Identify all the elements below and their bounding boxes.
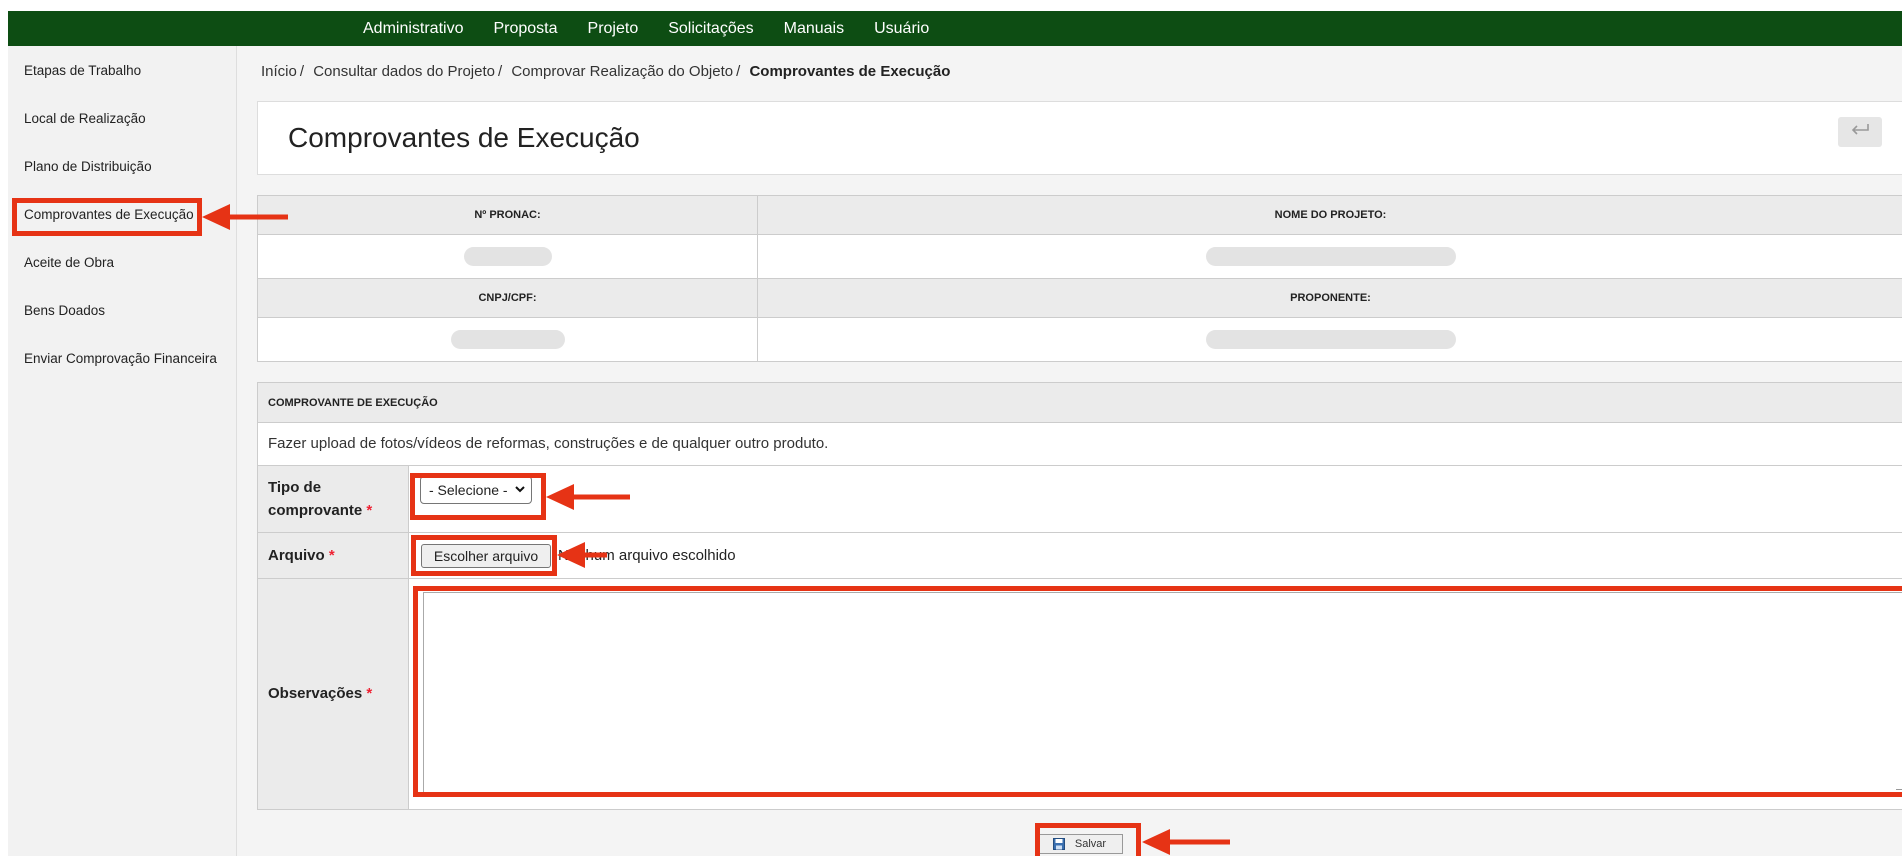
breadcrumb-comprovar-realizacao[interactable]: Comprovar Realização do Objeto xyxy=(511,63,733,80)
top-navbar: Administrativo Proposta Projeto Solicita… xyxy=(8,11,1902,46)
nav-solicitacoes[interactable]: Solicitações xyxy=(668,20,753,38)
resize-handle[interactable] xyxy=(1896,781,1902,790)
save-button[interactable]: Salvar xyxy=(1036,834,1123,854)
observacoes-label-text: Observações xyxy=(268,685,363,702)
sidebar-item-enviar-comprovacao-financeira[interactable]: Enviar Comprovação Financeira xyxy=(24,351,217,366)
observacoes-row: Observações * xyxy=(258,578,1902,809)
observacoes-label: Observações * xyxy=(268,682,372,705)
tipo-label-line2: comprovante xyxy=(268,502,363,519)
form-description: Fazer upload de fotos/vídeos de reformas… xyxy=(268,435,829,452)
nav-manuais[interactable]: Manuais xyxy=(784,20,844,38)
title-panel: Comprovantes de Execução xyxy=(257,101,1902,175)
return-arrow-icon xyxy=(1850,123,1870,142)
floppy-disk-icon xyxy=(1052,838,1065,850)
breadcrumb: Início / Consultar dados do Projeto / Comp… xyxy=(261,63,951,80)
proponente-value xyxy=(758,318,1902,361)
tipo-comprovante-label: Tipo de comprovante * xyxy=(268,476,372,522)
pronac-value xyxy=(258,235,758,279)
tipo-comprovante-select[interactable]: - Selecione - xyxy=(420,476,532,504)
cnpj-cpf-header: CNPJ/CPF: xyxy=(258,279,758,318)
pronac-header: Nº PRONAC: xyxy=(258,196,758,235)
redacted-value xyxy=(1205,330,1456,349)
tipo-label-line1: Tipo de xyxy=(268,479,322,496)
breadcrumb-inicio[interactable]: Início xyxy=(261,63,297,80)
main-content: Início / Consultar dados do Projeto / Comp… xyxy=(237,46,1902,856)
redacted-value xyxy=(450,330,565,349)
tipo-comprovante-row: Tipo de comprovante * - Selecione - xyxy=(258,465,1902,532)
save-label: Salvar xyxy=(1074,838,1107,850)
proponente-header: PROPONENTE: xyxy=(758,279,1902,318)
nav-projeto[interactable]: Projeto xyxy=(588,20,639,38)
select-value: - Selecione - xyxy=(429,482,508,498)
sidebar-item-aceite-de-obra[interactable]: Aceite de Obra xyxy=(24,255,114,270)
breadcrumb-consultar-dados[interactable]: Consultar dados do Projeto xyxy=(313,63,495,80)
sidebar-item-etapas-de-trabalho[interactable]: Etapas de Trabalho xyxy=(24,63,141,78)
redacted-value xyxy=(1205,247,1456,266)
redacted-value xyxy=(463,247,552,266)
project-info-table: Nº PRONAC: NOME DO PROJETO: CNPJ/CPF: PR… xyxy=(257,195,1902,362)
required-mark: * xyxy=(366,502,373,519)
arquivo-label-text: Arquivo xyxy=(268,547,325,564)
main-menu: Administrativo Proposta Projeto Solicita… xyxy=(363,11,959,46)
page-title: Comprovantes de Execução xyxy=(288,122,640,153)
sidebar-item-comprovantes-de-execucao[interactable]: Comprovantes de Execução xyxy=(24,207,194,222)
cnpj-cpf-value xyxy=(258,318,758,361)
sidebar-item-bens-doados[interactable]: Bens Doados xyxy=(24,303,105,318)
required-mark: * xyxy=(366,685,373,702)
nome-projeto-header: NOME DO PROJETO: xyxy=(758,196,1902,235)
required-mark: * xyxy=(328,547,335,564)
observacoes-textarea[interactable] xyxy=(423,592,1902,793)
nav-usuario[interactable]: Usuário xyxy=(874,20,929,38)
file-status: Nenhum arquivo escolhido xyxy=(558,547,736,564)
arquivo-row: Arquivo * Escolher arquivo Nenhum arquiv… xyxy=(258,532,1902,578)
sidebar: Etapas de Trabalho Local de Realização P… xyxy=(8,46,237,856)
back-button[interactable] xyxy=(1838,117,1882,147)
choose-file-button[interactable]: Escolher arquivo xyxy=(421,544,551,568)
sidebar-item-local-de-realizacao[interactable]: Local de Realização xyxy=(24,111,146,126)
nav-administrativo[interactable]: Administrativo xyxy=(363,20,463,38)
chevron-down-icon xyxy=(515,482,525,499)
comprovante-form: COMPROVANTE DE EXECUÇÃO Fazer upload de … xyxy=(257,382,1902,810)
sidebar-item-plano-de-distribuicao[interactable]: Plano de Distribuição xyxy=(24,159,152,174)
arquivo-label: Arquivo * xyxy=(268,544,335,567)
form-header: COMPROVANTE DE EXECUÇÃO xyxy=(258,383,1902,423)
nav-proposta[interactable]: Proposta xyxy=(493,20,557,38)
breadcrumb-current: Comprovantes de Execução xyxy=(749,63,951,80)
nome-projeto-value xyxy=(758,235,1902,279)
